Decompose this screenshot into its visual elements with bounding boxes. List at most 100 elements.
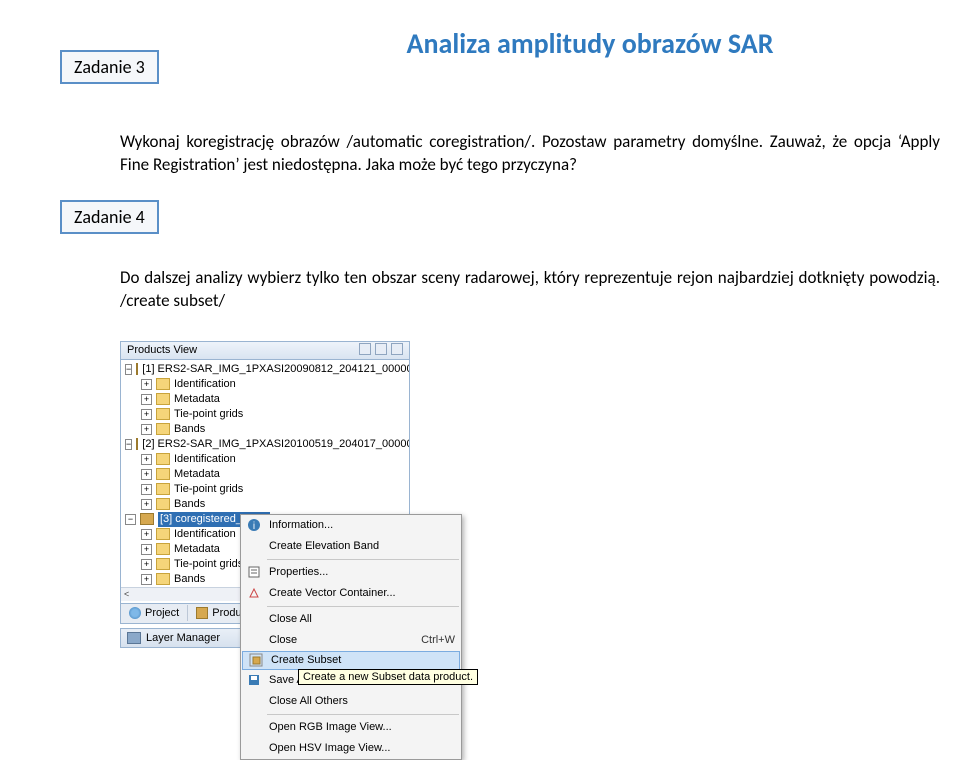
layers-icon (127, 632, 141, 644)
menu-label: Open HSV Image View... (269, 742, 390, 754)
menu-label: Close (269, 634, 297, 646)
scroll-left-icon[interactable]: < (124, 587, 129, 602)
menu-item-hsv-view[interactable]: Open HSV Image View... (241, 738, 461, 759)
package-icon (136, 363, 138, 375)
folder-icon (156, 543, 170, 555)
collapse-icon[interactable]: − (125, 439, 132, 450)
tree-node-child[interactable]: + Tie-point grids (121, 407, 409, 422)
collapse-icon[interactable]: − (125, 514, 136, 525)
expand-icon[interactable]: + (141, 379, 152, 390)
tree-label: Identification (174, 377, 236, 392)
menu-label: Create Subset (271, 654, 341, 666)
menu-label: Properties... (269, 566, 328, 578)
folder-icon (156, 483, 170, 495)
panel-window-buttons[interactable] (358, 343, 403, 358)
folder-icon (156, 378, 170, 390)
tree-label: Bands (174, 572, 205, 587)
expand-icon[interactable]: + (141, 394, 152, 405)
menu-item-close[interactable]: Close Ctrl+W (241, 630, 461, 651)
blank-icon (245, 693, 263, 709)
expand-icon[interactable]: + (141, 574, 152, 585)
expand-icon[interactable]: + (141, 454, 152, 465)
menu-item-rgb-view[interactable]: Open RGB Image View... (241, 717, 461, 738)
tree-node-product1[interactable]: − [1] ERS2-SAR_IMG_1PXASI20090812_204121… (121, 362, 409, 377)
properties-icon (245, 564, 263, 580)
menu-shortcut: Ctrl+W (421, 634, 455, 646)
panel-btn-icon[interactable] (375, 343, 387, 355)
menu-label: Create Elevation Band (269, 540, 379, 552)
menu-item-information[interactable]: i Information... (241, 515, 461, 536)
tree-label: Identification (174, 527, 236, 542)
page-title: Analiza amplitudy obrazów SAR (280, 26, 900, 61)
blank-icon (245, 632, 263, 648)
panel-btn-icon[interactable] (391, 343, 403, 355)
menu-label: Close All Others (269, 695, 348, 707)
folder-icon (156, 528, 170, 540)
task-badge-3: Zadanie 3 (60, 50, 159, 84)
tree-label: Tie-point grids (174, 557, 243, 572)
tree-label: Metadata (174, 467, 220, 482)
menu-item-properties[interactable]: Properties... (241, 562, 461, 583)
folder-icon (156, 468, 170, 480)
tree-node-child[interactable]: + Bands (121, 497, 409, 512)
panel-titlebar: Products View (120, 341, 410, 360)
tree-label: Bands (174, 422, 205, 437)
folder-icon (156, 408, 170, 420)
globe-icon (129, 607, 141, 619)
menu-label: Create Vector Container... (269, 587, 396, 599)
tree-label: Tie-point grids (174, 407, 243, 422)
folder-icon (156, 393, 170, 405)
tree-node-child[interactable]: + Identification (121, 452, 409, 467)
menu-label: Information... (269, 519, 333, 531)
task-badge-4: Zadanie 4 (60, 200, 159, 234)
collapse-icon[interactable]: − (125, 364, 132, 375)
expand-icon[interactable]: + (141, 529, 152, 540)
menu-separator (267, 559, 459, 560)
tree-node-product2[interactable]: − [2] ERS2-SAR_IMG_1PXASI20100519_204017… (121, 437, 409, 452)
expand-icon[interactable]: + (141, 559, 152, 570)
elevation-icon (245, 538, 263, 554)
tree-node-child[interactable]: + Metadata (121, 467, 409, 482)
tree-label: [2] ERS2-SAR_IMG_1PXASI20100519_204017_0… (142, 437, 409, 452)
folder-icon (156, 453, 170, 465)
menu-separator (267, 606, 459, 607)
layer-manager-label: Layer Manager (146, 632, 220, 644)
menu-item-elevation[interactable]: Create Elevation Band (241, 536, 461, 557)
panel-btn-icon[interactable] (359, 343, 371, 355)
expand-icon[interactable]: + (141, 409, 152, 420)
tooltip-create-subset: Create a new Subset data product. (298, 669, 478, 685)
expand-icon[interactable]: + (141, 499, 152, 510)
tree-label: Metadata (174, 542, 220, 557)
menu-label: Close All (269, 613, 312, 625)
expand-icon[interactable]: + (141, 424, 152, 435)
tree-label: [1] ERS2-SAR_IMG_1PXASI20090812_204121_0… (142, 362, 409, 377)
tab-project[interactable]: Project (121, 605, 188, 621)
tree-node-child[interactable]: + Identification (121, 377, 409, 392)
tab-label: Project (145, 607, 179, 619)
task3-paragraph: Wykonaj koregistrację obrazów /automatic… (120, 131, 940, 177)
products-view-panel: Products View − [1] ERS2-SAR_IMG_1PXASI2… (120, 341, 410, 648)
tree-label: Identification (174, 452, 236, 467)
context-menu: i Information... Create Elevation Band P… (240, 514, 462, 760)
tree-node-child[interactable]: + Bands (121, 422, 409, 437)
vector-icon (245, 585, 263, 601)
menu-item-vector-container[interactable]: Create Vector Container... (241, 583, 461, 604)
tree-node-child[interactable]: +Metadata (121, 392, 409, 407)
expand-icon[interactable]: + (141, 484, 152, 495)
menu-item-close-all[interactable]: Close All (241, 609, 461, 630)
tree-node-child[interactable]: +Tie-point grids (121, 482, 409, 497)
expand-icon[interactable]: + (141, 544, 152, 555)
folder-icon (156, 573, 170, 585)
tree-label: Bands (174, 497, 205, 512)
expand-icon[interactable]: + (141, 469, 152, 480)
menu-label: Open RGB Image View... (269, 721, 392, 733)
panel-title-text: Products View (127, 344, 197, 356)
blank-icon (245, 611, 263, 627)
menu-item-close-others[interactable]: Close All Others (241, 691, 461, 712)
package-icon (136, 438, 138, 450)
menu-item-create-subset[interactable]: Create Subset (242, 651, 460, 670)
subset-icon (247, 652, 265, 668)
hsv-icon (245, 740, 263, 756)
folder-icon (156, 498, 170, 510)
folder-icon (156, 423, 170, 435)
